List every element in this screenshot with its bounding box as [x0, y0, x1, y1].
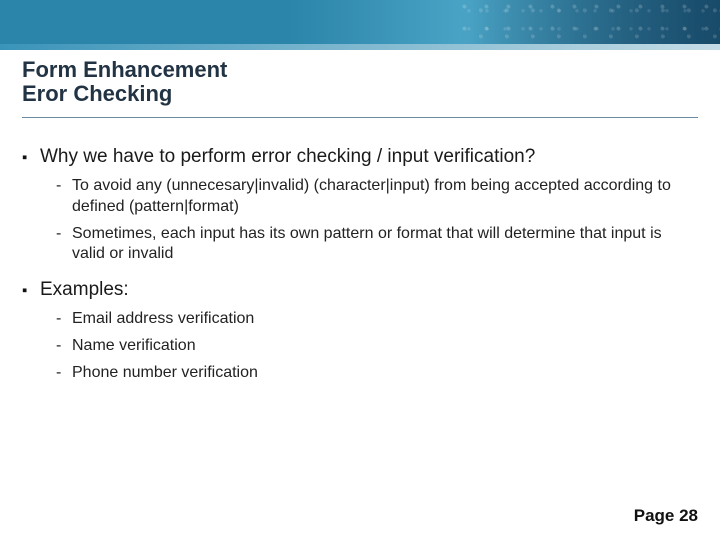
- section-heading: ▪ Examples:: [22, 279, 698, 303]
- top-accent-line: [0, 44, 720, 50]
- list-item-text: Sometimes, each input has its own patter…: [72, 224, 698, 266]
- section-heading-text: Why we have to perform error checking / …: [40, 146, 535, 170]
- dash-bullet-icon: -: [56, 176, 72, 218]
- list-item-text: To avoid any (unnecesary|invalid) (chara…: [72, 176, 698, 218]
- dash-bullet-icon: -: [56, 309, 72, 330]
- dash-bullet-icon: -: [56, 336, 72, 357]
- list-item: - Sometimes, each input has its own patt…: [22, 224, 698, 266]
- slide: Form Enhancement Eror Checking ▪ Why we …: [0, 0, 720, 540]
- list-item-text: Email address verification: [72, 309, 254, 330]
- top-band-decoration: [0, 0, 720, 44]
- square-bullet-icon: ▪: [22, 146, 40, 170]
- slide-body: ▪ Why we have to perform error checking …: [22, 140, 698, 390]
- square-bullet-icon: ▪: [22, 279, 40, 303]
- dash-bullet-icon: -: [56, 224, 72, 266]
- list-item: - Name verification: [22, 336, 698, 357]
- dash-bullet-icon: -: [56, 363, 72, 384]
- list-item-text: Phone number verification: [72, 363, 258, 384]
- list-item: - Email address verification: [22, 309, 698, 330]
- page-number: Page 28: [634, 506, 698, 526]
- title-line-1: Form Enhancement: [22, 58, 698, 82]
- slide-title: Form Enhancement Eror Checking: [22, 58, 698, 106]
- list-item-text: Name verification: [72, 336, 196, 357]
- title-underline: [22, 117, 698, 118]
- section-heading: ▪ Why we have to perform error checking …: [22, 146, 698, 170]
- section-heading-text: Examples:: [40, 279, 129, 303]
- title-line-2: Eror Checking: [22, 82, 698, 106]
- list-item: - Phone number verification: [22, 363, 698, 384]
- list-item: - To avoid any (unnecesary|invalid) (cha…: [22, 176, 698, 218]
